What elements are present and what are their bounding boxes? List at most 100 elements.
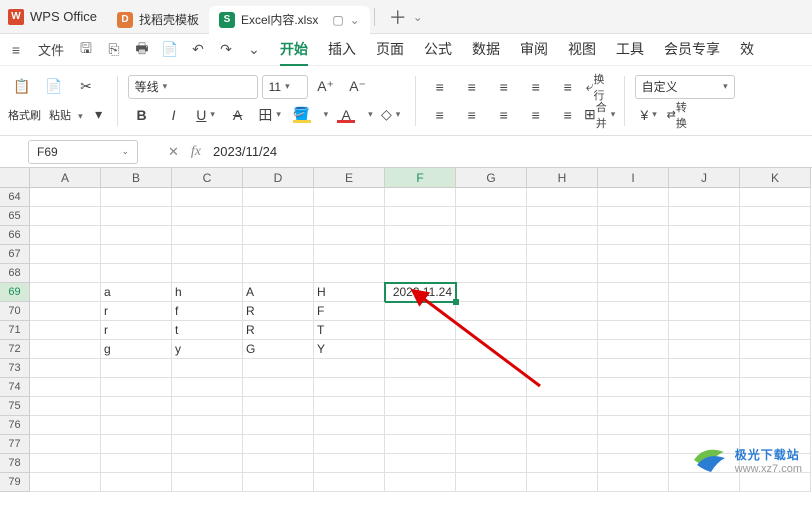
font-name-select[interactable]: 等线▾ bbox=[128, 75, 258, 99]
number-format-select[interactable]: 自定义▾ bbox=[635, 75, 735, 99]
cell[interactable] bbox=[527, 264, 598, 283]
cut-icon[interactable]: ✂ bbox=[72, 75, 100, 99]
print-icon[interactable]: 🖶 bbox=[130, 38, 154, 62]
name-box-dropdown-icon[interactable]: ⌄ bbox=[121, 146, 129, 157]
cell[interactable] bbox=[172, 416, 243, 435]
cell[interactable] bbox=[598, 245, 669, 264]
cell[interactable] bbox=[740, 321, 811, 340]
font-grow-icon[interactable]: A⁺ bbox=[312, 75, 340, 99]
cell[interactable]: a bbox=[101, 283, 172, 302]
cell[interactable] bbox=[385, 454, 456, 473]
cell[interactable] bbox=[243, 264, 314, 283]
formula-input[interactable]: 2023/11/24 bbox=[213, 144, 277, 159]
cell[interactable] bbox=[669, 283, 740, 302]
indent-dec-icon[interactable]: ≡ bbox=[522, 75, 550, 99]
cell[interactable] bbox=[456, 397, 527, 416]
cell[interactable] bbox=[172, 359, 243, 378]
cell[interactable] bbox=[527, 378, 598, 397]
cell[interactable] bbox=[527, 245, 598, 264]
merge-button[interactable]: ⊞ 合并▾ bbox=[586, 103, 614, 127]
cell[interactable] bbox=[30, 416, 101, 435]
cell[interactable] bbox=[101, 245, 172, 264]
cell[interactable] bbox=[456, 321, 527, 340]
new-tab-button[interactable]: ＋ bbox=[389, 4, 407, 30]
row-header[interactable]: 70 bbox=[0, 302, 30, 321]
cell[interactable] bbox=[527, 454, 598, 473]
cell[interactable] bbox=[314, 397, 385, 416]
cell[interactable] bbox=[456, 454, 527, 473]
tab-window-icon[interactable]: ▢ bbox=[332, 13, 343, 27]
cell[interactable] bbox=[172, 397, 243, 416]
format-painter-label[interactable]: 格式刷 bbox=[8, 107, 41, 123]
selection-handle[interactable] bbox=[453, 299, 459, 305]
cell[interactable] bbox=[740, 188, 811, 207]
row-header[interactable]: 79 bbox=[0, 473, 30, 492]
tab-dropdown-icon[interactable]: ⌄ bbox=[350, 13, 360, 27]
menutab-member[interactable]: 会员专享 bbox=[664, 34, 720, 66]
cell[interactable] bbox=[385, 359, 456, 378]
cell[interactable] bbox=[385, 245, 456, 264]
row-header[interactable]: 71 bbox=[0, 321, 30, 340]
tabs-dropdown-icon[interactable]: ⌄ bbox=[413, 10, 423, 24]
column-header[interactable]: K bbox=[740, 168, 811, 188]
cell[interactable] bbox=[456, 378, 527, 397]
cell[interactable]: h bbox=[172, 283, 243, 302]
row-header[interactable]: 73 bbox=[0, 359, 30, 378]
cell[interactable] bbox=[740, 340, 811, 359]
export-icon[interactable]: ⎘ bbox=[102, 38, 126, 62]
paste-label[interactable]: 粘贴 ▾ bbox=[49, 107, 83, 123]
row-header[interactable]: 78 bbox=[0, 454, 30, 473]
cell[interactable] bbox=[172, 473, 243, 492]
cell[interactable] bbox=[740, 397, 811, 416]
copy-icon[interactable]: 📋 bbox=[8, 75, 36, 99]
align-center-icon[interactable]: ≡ bbox=[458, 103, 486, 127]
cell[interactable] bbox=[314, 473, 385, 492]
cell[interactable] bbox=[101, 207, 172, 226]
cell[interactable] bbox=[527, 207, 598, 226]
column-header[interactable]: G bbox=[456, 168, 527, 188]
cell[interactable] bbox=[30, 188, 101, 207]
cell[interactable] bbox=[740, 378, 811, 397]
row-header[interactable]: 66 bbox=[0, 226, 30, 245]
cell[interactable]: g bbox=[101, 340, 172, 359]
cell[interactable] bbox=[740, 226, 811, 245]
dropdown-icon[interactable]: ⌄ bbox=[242, 38, 266, 62]
cancel-icon[interactable]: ✕ bbox=[168, 144, 179, 160]
cell[interactable] bbox=[598, 435, 669, 454]
row-header[interactable]: 75 bbox=[0, 397, 30, 416]
fill-color-dropdown[interactable]: ▾ bbox=[324, 109, 329, 120]
cell[interactable] bbox=[598, 378, 669, 397]
cell[interactable] bbox=[243, 416, 314, 435]
column-header[interactable]: J bbox=[669, 168, 740, 188]
cell[interactable] bbox=[314, 207, 385, 226]
cell[interactable]: R bbox=[243, 321, 314, 340]
cell[interactable]: T bbox=[314, 321, 385, 340]
cell[interactable] bbox=[740, 416, 811, 435]
tab-template[interactable]: D 找稻壳模板 bbox=[107, 6, 209, 34]
align-bottom-icon[interactable]: ≡ bbox=[490, 75, 518, 99]
cell[interactable] bbox=[598, 207, 669, 226]
cell[interactable] bbox=[243, 473, 314, 492]
cell[interactable] bbox=[314, 359, 385, 378]
cell[interactable] bbox=[30, 302, 101, 321]
row-header[interactable]: 77 bbox=[0, 435, 30, 454]
cell[interactable] bbox=[30, 454, 101, 473]
cell[interactable] bbox=[456, 340, 527, 359]
cell[interactable] bbox=[669, 245, 740, 264]
cell[interactable]: f bbox=[172, 302, 243, 321]
wrap-button[interactable]: ⤶ 换行 bbox=[586, 75, 614, 99]
cell[interactable] bbox=[669, 340, 740, 359]
cell[interactable] bbox=[527, 435, 598, 454]
cell[interactable]: r bbox=[101, 321, 172, 340]
font-color-button[interactable]: A bbox=[332, 103, 360, 127]
cell[interactable] bbox=[669, 378, 740, 397]
cell[interactable] bbox=[385, 264, 456, 283]
cell[interactable]: H bbox=[314, 283, 385, 302]
cell[interactable]: A bbox=[243, 283, 314, 302]
cell[interactable] bbox=[101, 454, 172, 473]
cell[interactable] bbox=[527, 321, 598, 340]
cell[interactable] bbox=[243, 359, 314, 378]
cell[interactable] bbox=[456, 283, 527, 302]
menutab-more[interactable]: 效 bbox=[740, 34, 754, 66]
currency-icon[interactable]: ¥▾ bbox=[635, 103, 663, 127]
